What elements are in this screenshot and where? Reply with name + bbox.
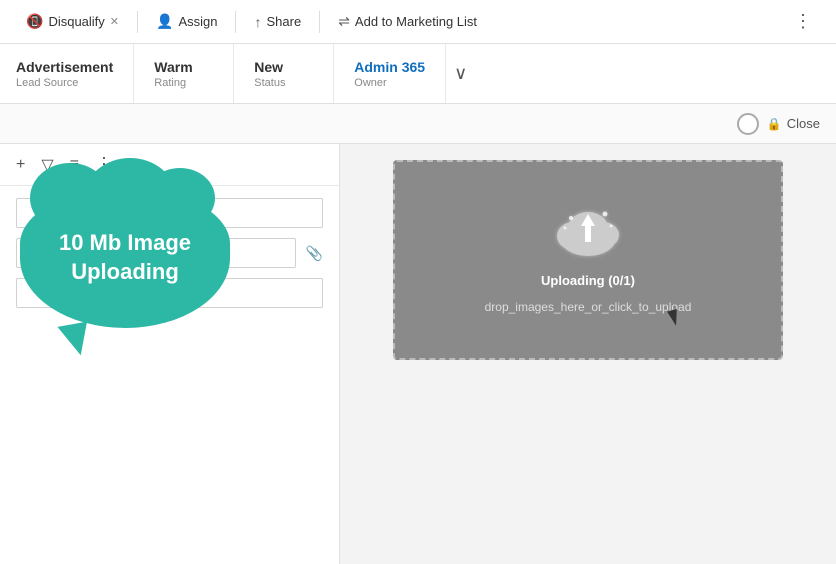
share-label: Share — [266, 14, 301, 29]
right-panel: Uploading (0/1) drop_images_here_or_clic… — [340, 144, 836, 564]
main-content: + ▽ ≡ ⋮ 📎 10 Mb Image — [0, 144, 836, 564]
disqualify-close-icon: ✕ — [110, 15, 119, 28]
separator-1 — [137, 11, 138, 33]
status-circle — [737, 113, 759, 135]
status-track: 🔒 Close — [737, 113, 820, 135]
share-button[interactable]: ↑ Share — [244, 9, 311, 35]
assign-icon: 👤 — [156, 13, 173, 30]
cloud-bump-tr — [145, 168, 215, 228]
separator-3 — [319, 11, 320, 33]
main-toolbar: 📵 Disqualify ✕ 👤 Assign ↑ Share ⇌ Add to… — [0, 0, 836, 44]
marketing-label: Add to Marketing List — [355, 14, 477, 29]
upload-cloud-svg — [553, 206, 623, 261]
close-button[interactable]: 🔒 Close — [767, 116, 820, 131]
cloud-bubble: 10 Mb Image Uploading — [20, 188, 230, 328]
disqualify-icon: 📵 — [26, 13, 43, 30]
rating-value: Warm — [154, 59, 213, 75]
more-button[interactable]: ⋮ — [786, 7, 820, 36]
disqualify-label: Disqualify — [48, 14, 104, 29]
assign-label: Assign — [178, 14, 217, 29]
disqualify-button[interactable]: 📵 Disqualify ✕ — [16, 8, 129, 35]
owner-field[interactable]: Admin 365 Owner — [334, 44, 446, 103]
status-label: Status — [254, 77, 313, 89]
marketing-icon: ⇌ — [338, 13, 350, 30]
lead-source-label: Lead Source — [16, 77, 113, 89]
upload-area[interactable]: Uploading (0/1) drop_images_here_or_clic… — [393, 160, 783, 360]
lead-source-field[interactable]: Advertisement Lead Source — [16, 44, 134, 103]
owner-value: Admin 365 — [354, 59, 425, 75]
info-bar-chevron[interactable]: ∨ — [446, 44, 475, 103]
assign-button[interactable]: 👤 Assign — [146, 8, 227, 35]
add-icon[interactable]: + — [16, 156, 25, 174]
separator-2 — [235, 11, 236, 33]
attach-icon[interactable]: 📎 — [306, 245, 323, 262]
left-panel: + ▽ ≡ ⋮ 📎 10 Mb Image — [0, 144, 340, 564]
status-bar: 🔒 Close — [0, 104, 836, 144]
owner-label: Owner — [354, 77, 425, 89]
upload-sub: drop_images_here_or_click_to_upload — [485, 300, 692, 314]
rating-field[interactable]: Warm Rating — [134, 44, 234, 103]
cloud-text: 10 Mb Image Uploading — [49, 229, 201, 286]
share-icon: ↑ — [254, 14, 261, 30]
rating-label: Rating — [154, 77, 213, 89]
close-label: Close — [787, 116, 820, 131]
cloud-tooltip: 10 Mb Image Uploading — [20, 188, 240, 328]
lead-source-value: Advertisement — [16, 59, 113, 75]
info-bar: Advertisement Lead Source Warm Rating Ne… — [0, 44, 836, 104]
status-field[interactable]: New Status — [234, 44, 334, 103]
status-value: New — [254, 59, 313, 75]
upload-label: Uploading (0/1) — [541, 273, 635, 288]
lock-icon: 🔒 — [767, 117, 782, 131]
add-to-marketing-button[interactable]: ⇌ Add to Marketing List — [328, 8, 487, 35]
